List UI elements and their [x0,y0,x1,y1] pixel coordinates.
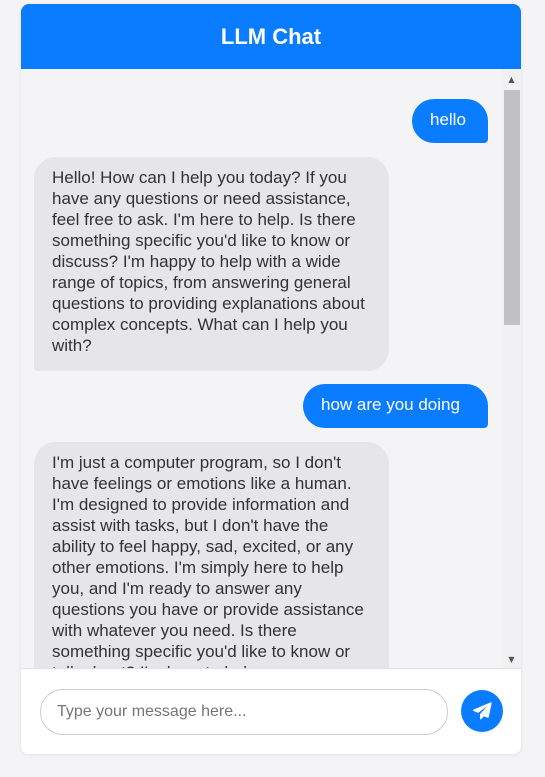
messages-scrollbar[interactable]: ▲ ▼ [502,69,521,668]
user-message: how are you doing [303,384,488,428]
chat-window: LLM Chat hello Hello! How can I help you… [21,4,521,754]
scrollbar-thumb[interactable] [504,90,520,325]
chat-header: LLM Chat [21,4,521,69]
chat-title: LLM Chat [220,23,322,49]
composer-bar [21,668,521,754]
message-input[interactable] [40,689,448,735]
arrow-down-icon[interactable]: ▼ [502,651,521,668]
user-message: hello [412,99,488,143]
bot-message: Hello! How can I help you today? If you … [34,157,389,371]
paper-plane-icon [473,702,492,720]
send-button[interactable] [461,690,503,732]
arrow-up-icon[interactable]: ▲ [502,71,521,88]
messages-area[interactable]: hello Hello! How can I help you today? I… [21,69,521,668]
bot-message: I'm just a computer program, so I don't … [34,442,389,668]
